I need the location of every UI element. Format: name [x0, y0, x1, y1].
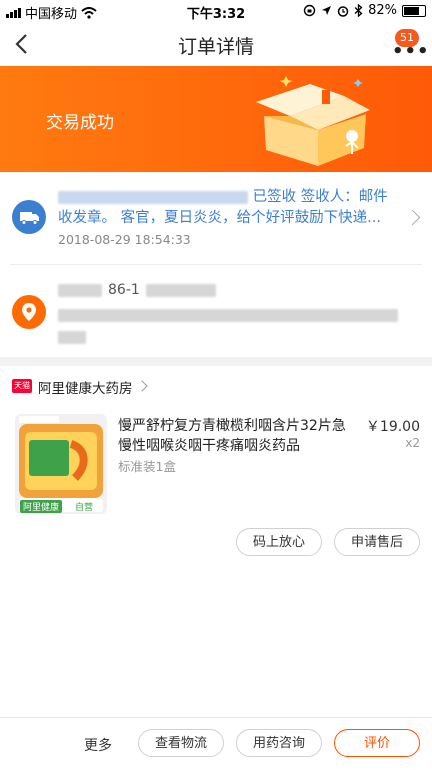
- recipient-phone: 86-1: [108, 282, 140, 298]
- shop-header[interactable]: 天猫 阿里健康大药房: [0, 366, 432, 406]
- location-circle: [12, 295, 46, 329]
- redacted-address: [58, 309, 398, 344]
- shop-chevron-icon: [136, 380, 148, 392]
- bottom-action-bar: 更多 查看物流 用药咨询 评价: [0, 717, 432, 770]
- lock-rotation-icon: [303, 4, 316, 17]
- product-quantity: x2: [405, 436, 420, 450]
- location-arrow-icon: [322, 6, 332, 15]
- image-brand-label: 阿里健康: [20, 500, 63, 513]
- logistics-message: 已签收 签收人：邮件收发章。 客官，夏日炎炎，给个好评鼓励下快递...: [58, 187, 398, 229]
- review-button[interactable]: 评价: [334, 729, 420, 757]
- image-tag-label: 自营: [75, 503, 94, 513]
- redacted-text: [58, 190, 248, 204]
- page-title: 订单详情: [177, 36, 254, 58]
- order-status-banner: 交易成功: [0, 66, 432, 172]
- medicine-box-icon: [19, 416, 103, 512]
- battery-percent: 82%: [368, 3, 397, 18]
- chevron-right-icon: [404, 209, 421, 226]
- section-gap: [0, 357, 432, 366]
- pharmacist-consult-button[interactable]: 用药咨询: [236, 729, 322, 757]
- after-sales-button[interactable]: 申请售后: [334, 528, 420, 556]
- more-dots-icon: •••: [392, 41, 430, 62]
- redacted-phone: [145, 283, 216, 297]
- status-bar: 中国移动 下午3:32 82%: [0, 0, 432, 22]
- product-price: ￥19.00: [365, 419, 420, 435]
- order-status-text: 交易成功: [46, 113, 114, 133]
- recipient-line: 86-1: [58, 282, 216, 298]
- redacted-name: [58, 283, 102, 297]
- battery-fill: [404, 6, 419, 15]
- product-item[interactable]: 阿里健康 自营 慢严舒柠复方青橄榄利咽含片32片急慢性咽喉炎咽干疼痛咽炎药品 ￥…: [0, 406, 432, 518]
- truck-icon: [20, 212, 39, 225]
- product-title: 慢严舒柠复方青橄榄利咽含片32片急慢性咽喉炎咽干疼痛咽炎药品: [118, 418, 346, 454]
- tmall-badge: 天猫: [12, 379, 32, 393]
- location-pin-icon: [22, 303, 36, 321]
- product-image: 阿里健康 自营: [15, 414, 107, 514]
- logistics-section[interactable]: 已签收 签收人：邮件收发章。 客官，夏日炎炎，给个好评鼓励下快递... 2018…: [0, 172, 432, 264]
- bluetooth-icon: [354, 4, 363, 17]
- shipping-address-section: 86-1: [0, 265, 432, 357]
- alarm-icon: [337, 5, 349, 17]
- open-box-illustration-icon: [256, 76, 370, 166]
- shop-name[interactable]: 阿里健康大药房: [38, 377, 133, 397]
- product-spec: 标准装1盒: [118, 459, 176, 474]
- view-logistics-button[interactable]: 查看物流: [138, 729, 224, 757]
- truck-circle: [12, 200, 46, 234]
- navigation-bar: 订单详情 51 •••: [0, 22, 432, 66]
- more-menu-button[interactable]: 51 •••: [392, 26, 430, 62]
- verify-code-button[interactable]: 码上放心: [236, 528, 322, 556]
- logistics-time: 2018-08-29 18:54:33: [58, 232, 191, 247]
- more-link[interactable]: 更多: [84, 735, 112, 755]
- battery-icon: [402, 4, 426, 17]
